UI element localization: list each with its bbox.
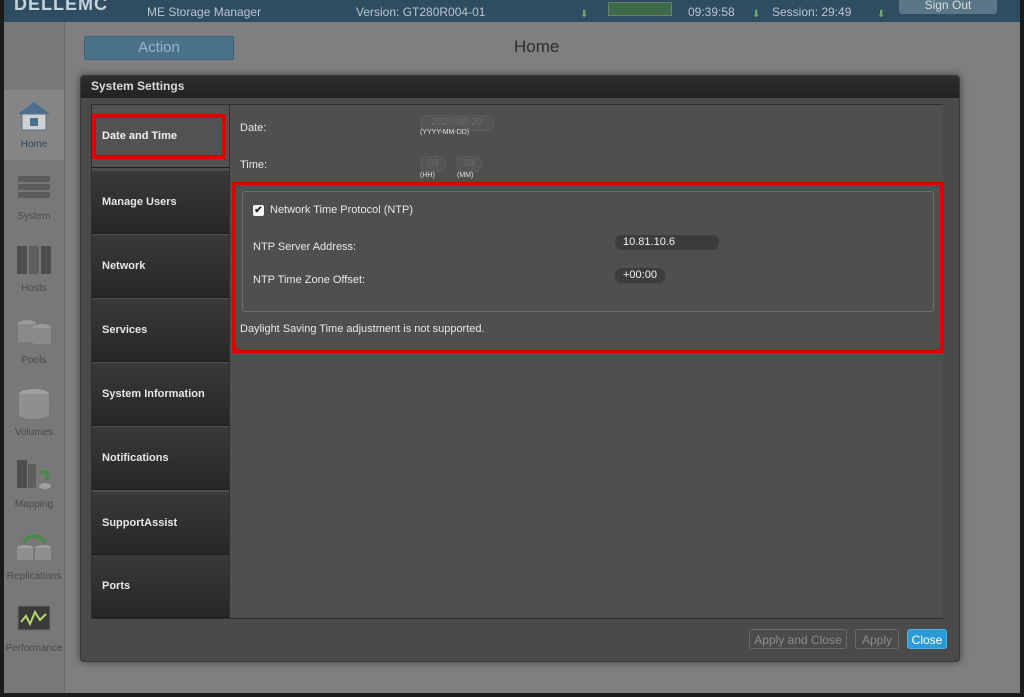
hour-input[interactable]: 09	[420, 156, 446, 172]
ntp-server-label: NTP Server Address:	[253, 241, 357, 253]
nav-label: Replications	[6, 571, 62, 582]
apply-button[interactable]: Apply	[855, 629, 899, 649]
nav-home[interactable]: Home	[4, 90, 64, 160]
ntp-checkbox-label: Network Time Protocol (NTP)	[270, 204, 414, 216]
ntp-server-input[interactable]: 10.81.10.6	[615, 235, 719, 250]
date-label: Date:	[240, 122, 267, 134]
nav-label: Mapping	[14, 499, 54, 510]
pools-icon	[18, 320, 51, 344]
tab-manage-users[interactable]: Manage Users	[92, 171, 229, 234]
down-arrow-icon[interactable]: ⬇	[877, 9, 887, 20]
nav-label: Home	[20, 139, 48, 150]
down-arrow-icon[interactable]: ⬇	[580, 9, 590, 20]
down-arrow-icon[interactable]: ⬇	[752, 9, 762, 20]
ntp-offset-input[interactable]: +00:00	[615, 268, 665, 283]
nav-pools[interactable]: Pools	[4, 306, 64, 376]
nav-performance[interactable]: Performance	[4, 594, 64, 664]
volumes-icon	[19, 389, 49, 419]
date-time-panel: Date: 2020-08-20 (YYYY-MM-DD) Time: 09 3…	[229, 105, 943, 618]
minute-input[interactable]: 39	[456, 156, 482, 172]
settings-tabs: Date and Time Manage Users Network Servi…	[92, 105, 229, 618]
ntp-offset-label: NTP Time Zone Offset:	[253, 274, 366, 286]
close-button[interactable]: Close	[907, 629, 947, 649]
dialog-body: Date and Time Manage Users Network Servi…	[91, 104, 943, 619]
nav-label: Performance	[5, 643, 63, 654]
dell-emc-logo: DELLEMC	[14, 0, 108, 14]
tab-system-information[interactable]: System Information	[92, 363, 229, 426]
clock-time: 09:39:58	[688, 5, 735, 19]
nav-label: Hosts	[21, 283, 47, 294]
nav-label: System	[17, 211, 51, 222]
ntp-checkbox[interactable]: ✔	[253, 205, 264, 216]
system-icon	[18, 176, 50, 198]
time-label: Time:	[240, 159, 268, 171]
action-button[interactable]: Action	[84, 36, 234, 60]
tab-ports[interactable]: Ports	[92, 555, 229, 618]
nav-system[interactable]: System	[4, 162, 64, 232]
ntp-group: ✔ Network Time Protocol (NTP) NTP Server…	[242, 191, 934, 312]
date-format-hint: (YYYY-MM-DD)	[420, 129, 470, 136]
top-bar: DELLEMC ME Storage Manager Version: GT28…	[4, 0, 1020, 22]
nav-hosts[interactable]: Hosts	[4, 234, 64, 304]
sign-out-button[interactable]: Sign Out	[899, 0, 997, 14]
tab-supportassist[interactable]: SupportAssist	[92, 492, 229, 555]
dst-note: Daylight Saving Time adjustment is not s…	[240, 323, 485, 335]
hosts-icon	[17, 246, 51, 274]
tab-date-and-time[interactable]: Date and Time	[92, 105, 229, 168]
home-icon	[18, 102, 50, 131]
nav-mapping[interactable]: Mapping	[4, 450, 64, 520]
tab-network[interactable]: Network	[92, 235, 229, 298]
app-name: ME Storage Manager	[147, 5, 262, 19]
mapping-icon	[17, 460, 51, 489]
version-text: Version: GT280R004-01	[356, 5, 486, 19]
nav-volumes[interactable]: Volumes	[4, 378, 64, 448]
app-window: DELLEMC ME Storage Manager Version: GT28…	[4, 0, 1020, 693]
tab-notifications[interactable]: Notifications	[92, 427, 229, 490]
nav-label: Pools	[21, 355, 47, 366]
apply-and-close-button[interactable]: Apply and Close	[749, 629, 847, 649]
session-timer: Session: 29:49	[772, 5, 852, 19]
minute-hint: (MM)	[457, 172, 474, 179]
hour-hint: (HH)	[420, 172, 435, 179]
status-thumbnail[interactable]	[608, 2, 672, 16]
left-nav: Home System Hosts Pools Volumes Mapping …	[4, 22, 65, 693]
replications-icon	[17, 534, 51, 560]
page-title: Home	[514, 37, 560, 56]
tab-services[interactable]: Services	[92, 299, 229, 362]
nav-replications[interactable]: Replications	[4, 522, 64, 592]
nav-label: Volumes	[14, 427, 54, 438]
performance-icon	[17, 605, 51, 631]
system-settings-dialog: System Settings Date and Time Manage Use…	[80, 75, 960, 662]
dialog-title: System Settings	[81, 76, 959, 98]
